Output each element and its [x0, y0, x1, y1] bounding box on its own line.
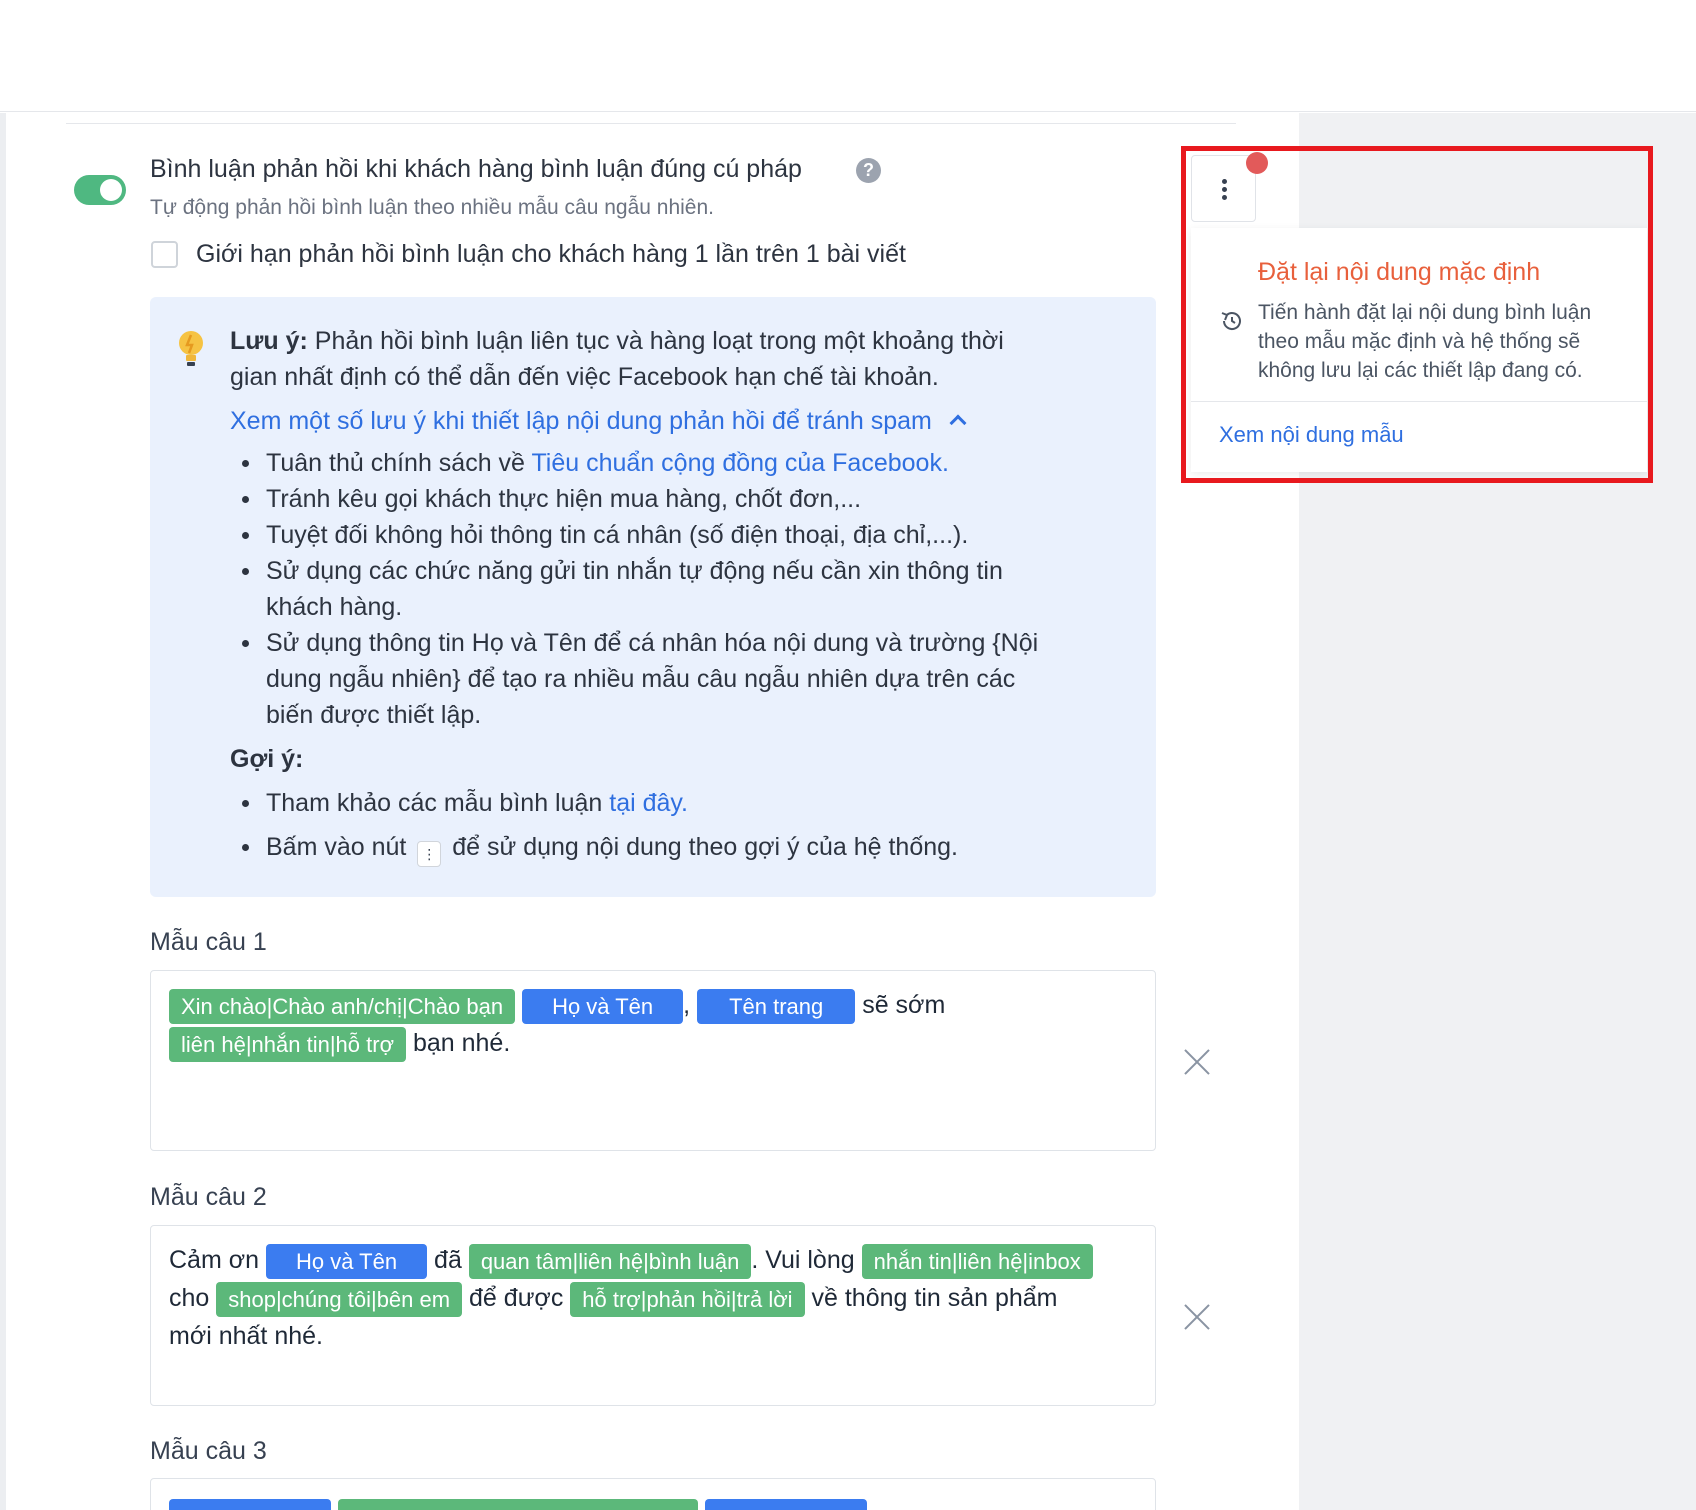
random-content-chip[interactable]: [337, 1499, 698, 1510]
sample-2-line-3: mới nhất nhé.: [169, 1322, 323, 1350]
top-bar: [0, 0, 1696, 112]
remove-sample-2-close-icon[interactable]: [1182, 1302, 1212, 1332]
tip-item: Sử dụng các chức năng gửi tin nhắn tự độ…: [230, 553, 1050, 625]
hint2-suffix: để sử dụng nội dung theo gợi ý của hệ th…: [452, 833, 958, 861]
sample-text: cho: [169, 1284, 210, 1313]
full-name-chip[interactable]: Họ và Tên: [522, 989, 684, 1024]
samples-here-link[interactable]: tại đây.: [609, 789, 688, 817]
random-content-chip[interactable]: nhắn tin|liên hệ|inbox: [861, 1244, 1093, 1279]
random-content-chip[interactable]: Xin chào|Chào anh/chị|Chào bạn: [169, 989, 516, 1024]
enable-toggle[interactable]: [74, 175, 126, 205]
full-name-chip[interactable]: [704, 1499, 867, 1510]
tip-item: Tuân thủ chính sách về Tiêu chuẩn cộng đ…: [230, 445, 1050, 481]
hints-list: Tham khảo các mẫu bình luận tại đây. Bấm…: [230, 785, 1050, 867]
note-text-1: Phản hồi bình luận liên tục và hàng loạt…: [307, 327, 1004, 355]
random-content-chip[interactable]: hỗ trợ|phản hồi|trả lời: [570, 1282, 805, 1317]
sample-2-line-2: cho shop|chúng tôi|bên em để được hỗ trợ…: [169, 1282, 1058, 1317]
sample-text: về thông tin sản phẩm: [811, 1284, 1058, 1313]
hint-item: Tham khảo các mẫu bình luận tại đây.: [230, 785, 1050, 821]
hint-title: Gợi ý:: [230, 745, 304, 773]
note-line-1: Lưu ý: Phản hồi bình luận liên tục và hà…: [230, 327, 1004, 356]
note-box: Lưu ý: Phản hồi bình luận liên tục và hà…: [150, 297, 1156, 897]
spam-tips-link[interactable]: Xem một số lưu ý khi thiết lập nội dung …: [230, 407, 932, 435]
chevron-up-icon[interactable]: [949, 414, 967, 432]
page-name-chip[interactable]: Tên trang: [697, 989, 856, 1024]
full-name-chip[interactable]: Họ và Tên: [265, 1244, 428, 1279]
limit-checkbox[interactable]: [151, 241, 178, 268]
sample-text: . Vui lòng: [751, 1246, 855, 1275]
random-content-chip[interactable]: liên hệ|nhắn tin|hỗ trợ: [169, 1027, 406, 1062]
sample-2-label: Mẫu câu 2: [150, 1183, 267, 1211]
tips-list: Tuân thủ chính sách về Tiêu chuẩn cộng đ…: [230, 445, 1050, 733]
sample-2-line-1: Cảm ơn Họ và Tên đã quan tâm|liên hệ|bìn…: [169, 1244, 1093, 1279]
sample-1-editor[interactable]: Xin chào|Chào anh/chị|Chào bạn Họ và Tên…: [150, 970, 1156, 1151]
remove-sample-1-close-icon[interactable]: [1182, 1047, 1212, 1077]
tip-item: Tránh kêu gọi khách thực hiện mua hàng, …: [230, 481, 1050, 517]
sample-3-label: Mẫu câu 3: [150, 1437, 267, 1465]
sample-text: để được: [469, 1284, 564, 1313]
note-line-2: gian nhất định có thể dẫn đến việc Faceb…: [230, 363, 939, 391]
sample-3-line-1: [169, 1499, 867, 1510]
sample-text: sẽ sớm: [862, 991, 946, 1020]
tip-item: Tuyệt đối không hỏi thông tin cá nhân (s…: [230, 517, 1050, 553]
sample-text: đã: [434, 1246, 462, 1275]
kebab-inline-icon: ⋮: [417, 841, 442, 867]
sample-1-label: Mẫu câu 1: [150, 928, 267, 956]
limit-checkbox-label[interactable]: Giới hạn phản hồi bình luận cho khách hà…: [196, 240, 906, 269]
highlight-frame: [1181, 146, 1653, 483]
community-standards-link[interactable]: Tiêu chuẩn cộng đồng của Facebook.: [531, 449, 948, 477]
sample-text: bạn nhé.: [412, 1029, 511, 1058]
page-name-chip[interactable]: [169, 1499, 331, 1510]
sample-text: Cảm ơn: [169, 1246, 260, 1275]
setting-subtitle: Tự động phản hồi bình luận theo nhiều mẫ…: [150, 196, 714, 219]
toggle-knob: [100, 179, 122, 201]
sample-1-line-1: Xin chào|Chào anh/chị|Chào bạn Họ và Tên…: [169, 989, 945, 1024]
section-divider: [66, 123, 1236, 124]
sample-3-editor[interactable]: [150, 1478, 1156, 1510]
spam-tips-toggle[interactable]: Xem một số lưu ý khi thiết lập nội dung …: [230, 407, 967, 436]
tip-item: Sử dụng thông tin Họ và Tên để cá nhân h…: [230, 625, 1050, 733]
sample-text: ,: [683, 991, 691, 1020]
hint2-prefix: Bấm vào nút: [266, 833, 407, 861]
tip1-prefix: Tuân thủ chính sách về: [266, 449, 532, 477]
hint1-prefix: Tham khảo các mẫu bình luận: [266, 789, 610, 817]
left-edge: [0, 113, 6, 1510]
random-content-chip[interactable]: shop|chúng tôi|bên em: [216, 1282, 463, 1317]
hint-item: Bấm vào nút ⋮ để sử dụng nội dung theo g…: [230, 829, 1050, 867]
lightbulb-icon: [179, 331, 203, 366]
help-icon[interactable]: ?: [856, 158, 881, 183]
random-content-chip[interactable]: quan tâm|liên hệ|bình luận: [468, 1244, 752, 1279]
setting-title: Bình luận phản hồi khi khách hàng bình l…: [150, 155, 802, 183]
note-label: Lưu ý:: [230, 327, 308, 355]
sample-2-editor[interactable]: Cảm ơn Họ và Tên đã quan tâm|liên hệ|bìn…: [150, 1225, 1156, 1406]
sample-1-line-2: liên hệ|nhắn tin|hỗ trợ bạn nhé.: [169, 1027, 510, 1062]
